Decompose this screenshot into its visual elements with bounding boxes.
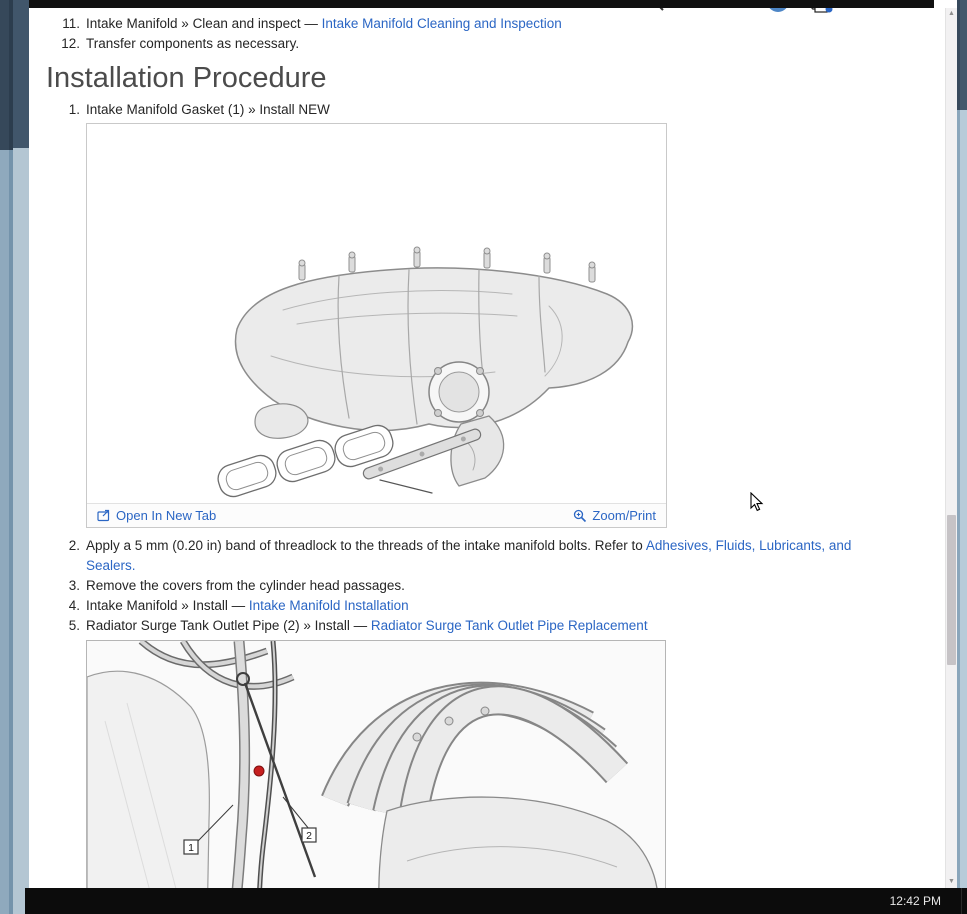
open-in-new-tab-link[interactable]: Open In New Tab — [97, 508, 216, 523]
step-number: 3. — [46, 576, 80, 596]
step-number: 1. — [46, 100, 80, 120]
step-number: 12. — [46, 34, 80, 54]
figure-radiator-surge-tank-pipe: 1 2 — [86, 640, 666, 888]
scroll-up-arrow[interactable]: ▲ — [946, 9, 957, 19]
step-text-plain: Apply a 5 mm (0.20 in) band of threadloc… — [86, 538, 646, 553]
background-window-edge — [13, 0, 29, 914]
list-item: 11. Intake Manifold » Clean and inspect … — [46, 14, 945, 34]
vertical-scrollbar[interactable]: ▲ ▼ — [945, 8, 957, 888]
taskbar-clock[interactable]: 12:42 PM — [890, 888, 941, 914]
document-content: 11. Intake Manifold » Clean and inspect … — [29, 8, 945, 888]
callout-label-2: 2 — [306, 830, 312, 842]
step-text: Intake Manifold » Clean and inspect — In… — [86, 14, 898, 34]
step-text-plain: Intake Manifold » Clean and inspect — — [86, 16, 322, 31]
taskbar: 12:42 PM — [25, 888, 967, 914]
service-info-window: 11. Intake Manifold » Clean and inspect … — [29, 0, 957, 888]
background-window-edge — [960, 0, 967, 914]
step-number: 5. — [46, 616, 80, 636]
red-marker — [254, 766, 264, 776]
link-intake-manifold-installation[interactable]: Intake Manifold Installation — [249, 598, 409, 613]
link-radiator-surge-tank-outlet-pipe-replacement[interactable]: Radiator Surge Tank Outlet Pipe Replacem… — [371, 618, 648, 633]
link-intake-manifold-cleaning-and-inspection[interactable]: Intake Manifold Cleaning and Inspection — [322, 16, 562, 31]
background-window-edge — [957, 0, 960, 914]
step-text: Intake Manifold » Install — Intake Manif… — [86, 596, 898, 616]
step-text: Radiator Surge Tank Outlet Pipe (2) » In… — [86, 616, 898, 636]
list-item: 1. Intake Manifold Gasket (1) » Install … — [46, 100, 945, 120]
page-title: Installation Procedure — [46, 62, 945, 94]
mouse-cursor — [750, 492, 764, 512]
step-number: 2. — [46, 536, 80, 576]
callout-label-1: 1 — [188, 842, 194, 854]
show-desktop-button[interactable] — [961, 888, 967, 914]
list-item: 2. Apply a 5 mm (0.20 in) band of thread… — [46, 536, 945, 576]
engine-illustration: 1 2 — [87, 641, 665, 888]
step-text-plain: Intake Manifold » Install — — [86, 598, 249, 613]
step-text: Apply a 5 mm (0.20 in) band of threadloc… — [86, 536, 898, 576]
list-item: 5. Radiator Surge Tank Outlet Pipe (2) »… — [46, 616, 945, 636]
intake-manifold-illustration — [87, 124, 666, 503]
scroll-down-arrow[interactable]: ▼ — [946, 877, 957, 887]
open-in-new-tab-icon — [97, 509, 111, 522]
step-text: Intake Manifold Gasket (1) » Install NEW — [86, 100, 898, 120]
figure-intake-manifold-gasket: Open In New Tab Zoom/Print — [86, 123, 667, 528]
step-number: 4. — [46, 596, 80, 616]
list-item: 3. Remove the covers from the cylinder h… — [46, 576, 945, 596]
open-in-new-tab-label: Open In New Tab — [116, 508, 216, 523]
step-text-plain: Remove the covers from the cylinder head… — [86, 578, 405, 593]
step-text-plain: Radiator Surge Tank Outlet Pipe (2) » In… — [86, 618, 371, 633]
figure-action-bar: Open In New Tab Zoom/Print — [87, 503, 666, 527]
step-text: Remove the covers from the cylinder head… — [86, 576, 898, 596]
step-text-plain: Intake Manifold Gasket (1) » Install NEW — [86, 102, 330, 117]
step-text-plain: Transfer components as necessary. — [86, 36, 299, 51]
zoom-in-icon — [573, 509, 587, 523]
list-item: 4. Intake Manifold » Install — Intake Ma… — [46, 596, 945, 616]
zoom-print-label: Zoom/Print — [592, 508, 656, 523]
step-number: 11. — [46, 14, 80, 34]
zoom-print-link[interactable]: Zoom/Print — [573, 508, 656, 523]
window-top-edge — [29, 0, 934, 8]
background-window-edge — [0, 0, 9, 914]
scrollbar-thumb[interactable] — [947, 515, 956, 665]
step-text: Transfer components as necessary. — [86, 34, 898, 54]
list-item: 12. Transfer components as necessary. — [46, 34, 945, 54]
